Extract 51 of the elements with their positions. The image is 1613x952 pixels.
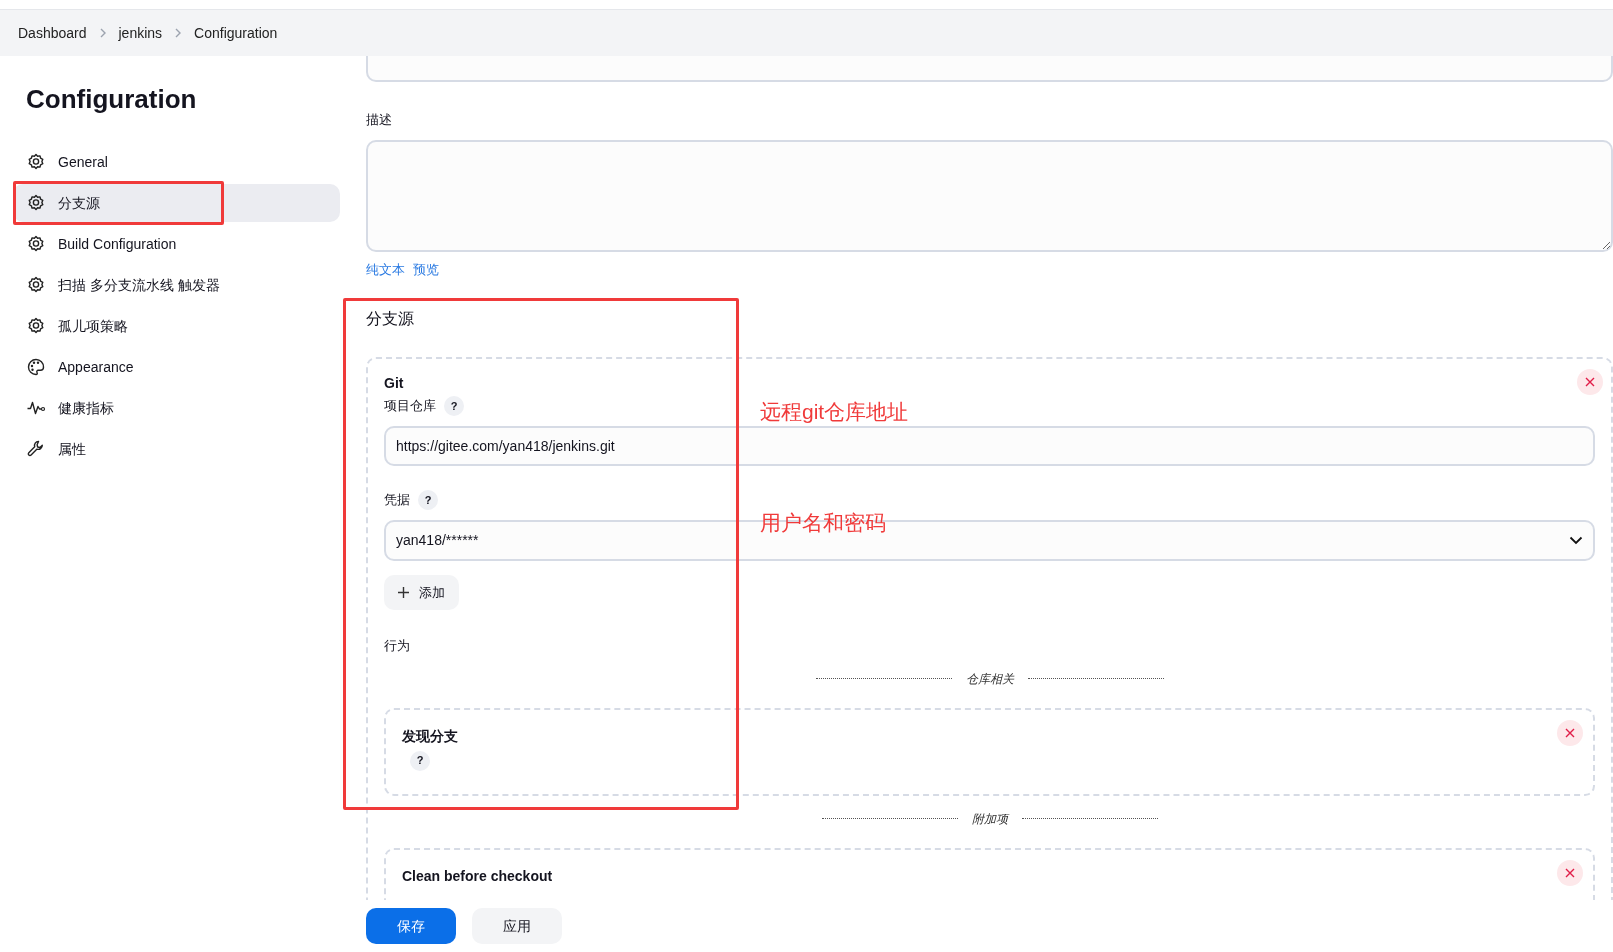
sidebar-item[interactable]: Build Configuration: [13, 225, 340, 263]
close-icon: [1565, 727, 1575, 738]
apply-button[interactable]: 应用: [472, 908, 562, 944]
text-link[interactable]: 预览: [413, 259, 439, 279]
annotation-text: 远程git仓库地址: [760, 399, 909, 425]
gear-icon: [26, 316, 46, 336]
chevron-right-icon: [98, 27, 107, 39]
help-button[interactable]: ?: [444, 396, 464, 416]
chevron-down-icon: [1569, 536, 1583, 545]
sidebar-item[interactable]: 孤儿项策略: [13, 307, 340, 345]
field-label: 描述: [366, 111, 393, 129]
delete-button[interactable]: [1557, 719, 1583, 746]
gear-icon: [26, 234, 46, 254]
sidebar-item[interactable]: General: [13, 143, 340, 181]
sidebar-item[interactable]: Appearance: [13, 348, 340, 386]
save-button[interactable]: 保存: [366, 908, 456, 944]
close-icon: [1565, 867, 1575, 878]
plus-icon: [398, 587, 409, 598]
wrench-icon: [26, 439, 46, 459]
section-title: 分支源: [366, 309, 415, 329]
card-title: 发现分支: [402, 726, 458, 746]
field-label: 行为: [384, 637, 411, 655]
field-label: 项目仓库: [384, 397, 436, 416]
breadcrumb-link[interactable]: jenkins: [118, 22, 163, 44]
card-title: Clean before checkout: [402, 866, 553, 886]
chevron-right-icon: [174, 27, 183, 39]
add-button[interactable]: 添加: [384, 575, 459, 610]
page-title: Configuration: [26, 83, 198, 116]
group-heading: 仓库相关: [965, 670, 1014, 688]
gear-icon: [26, 193, 46, 213]
repository-url-field[interactable]: https://gitee.com/yan418/jenkins.git: [384, 426, 1595, 466]
gear-icon: [26, 275, 46, 295]
breadcrumb-link[interactable]: Configuration: [194, 22, 278, 44]
sidebar-item[interactable]: 属性: [13, 430, 340, 468]
sidebar-item[interactable]: 扫描 多分支流水线 触发器: [13, 266, 340, 304]
palette-icon: [26, 357, 46, 377]
field-label: 凭据: [384, 491, 410, 510]
name-field[interactable]: [366, 56, 1613, 82]
sidebar-item[interactable]: 分支源: [13, 184, 340, 222]
gear-icon: [26, 152, 46, 172]
sidebar-item[interactable]: 健康指标: [13, 389, 340, 427]
text-link[interactable]: 纯文本: [366, 259, 405, 279]
breadcrumb-link[interactable]: Dashboard: [18, 22, 87, 44]
group-heading: 附加项: [971, 810, 1008, 828]
help-button[interactable]: ?: [410, 750, 430, 771]
card-title: Git: [384, 374, 404, 393]
close-icon: [1585, 377, 1595, 387]
description-field[interactable]: [366, 139, 1613, 252]
delete-button[interactable]: [1557, 859, 1583, 886]
delete-button[interactable]: [1577, 369, 1603, 395]
help-button[interactable]: ?: [418, 490, 438, 510]
